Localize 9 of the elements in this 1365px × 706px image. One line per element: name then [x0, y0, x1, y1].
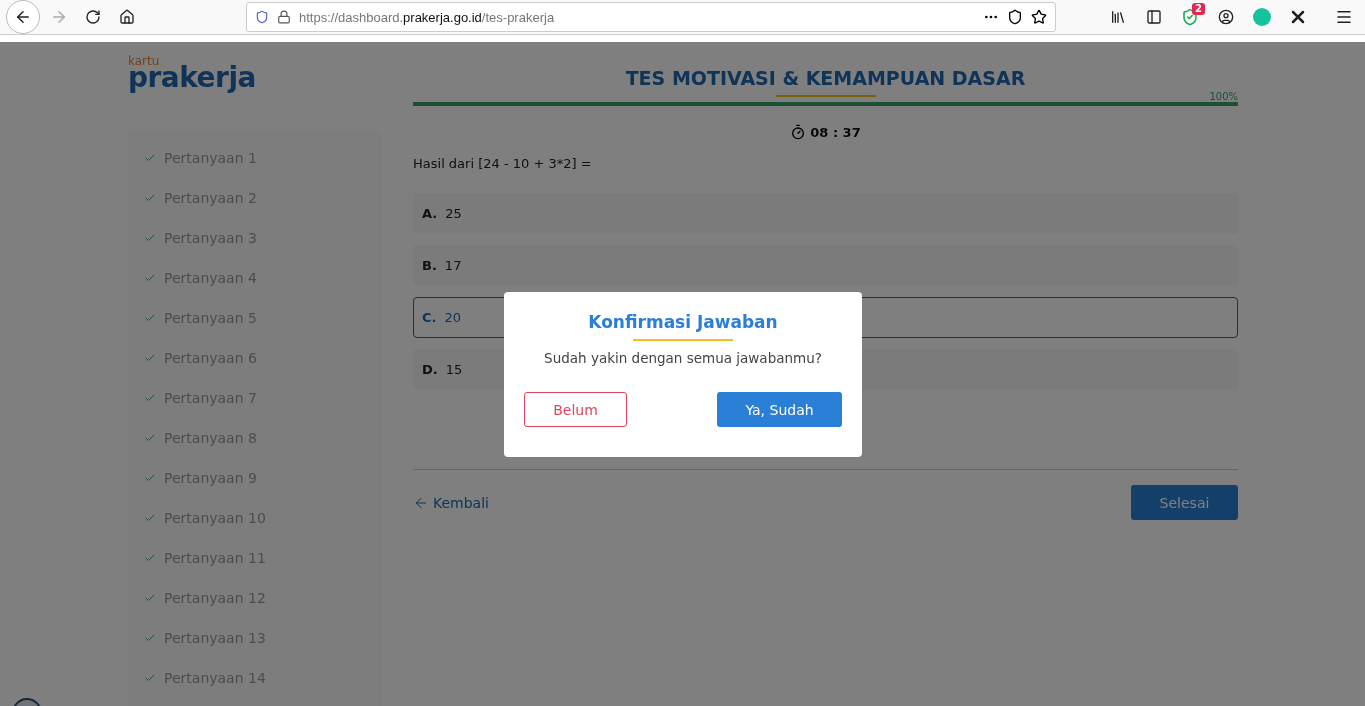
dialog-message: Sudah yakin dengan semua jawabanmu? — [544, 350, 822, 366]
page-title: TES MOTIVASI & KEMAMPUAN DASAR — [625, 67, 1026, 89]
question-text: Hasil dari [24 - 10 + 3*2] = — [413, 156, 593, 171]
progress-label: 100% — [1209, 91, 1238, 102]
url-text: https://dashboard.prakerja.go.id/tes-prakerja — [299, 9, 556, 25]
notification-badge: 2 — [1192, 3, 1205, 15]
logo: kartu prakerja — [128, 55, 253, 92]
dialog-title: Konfirmasi Jawaban — [588, 312, 778, 332]
timer-text: 08 : 37 — [810, 124, 861, 140]
